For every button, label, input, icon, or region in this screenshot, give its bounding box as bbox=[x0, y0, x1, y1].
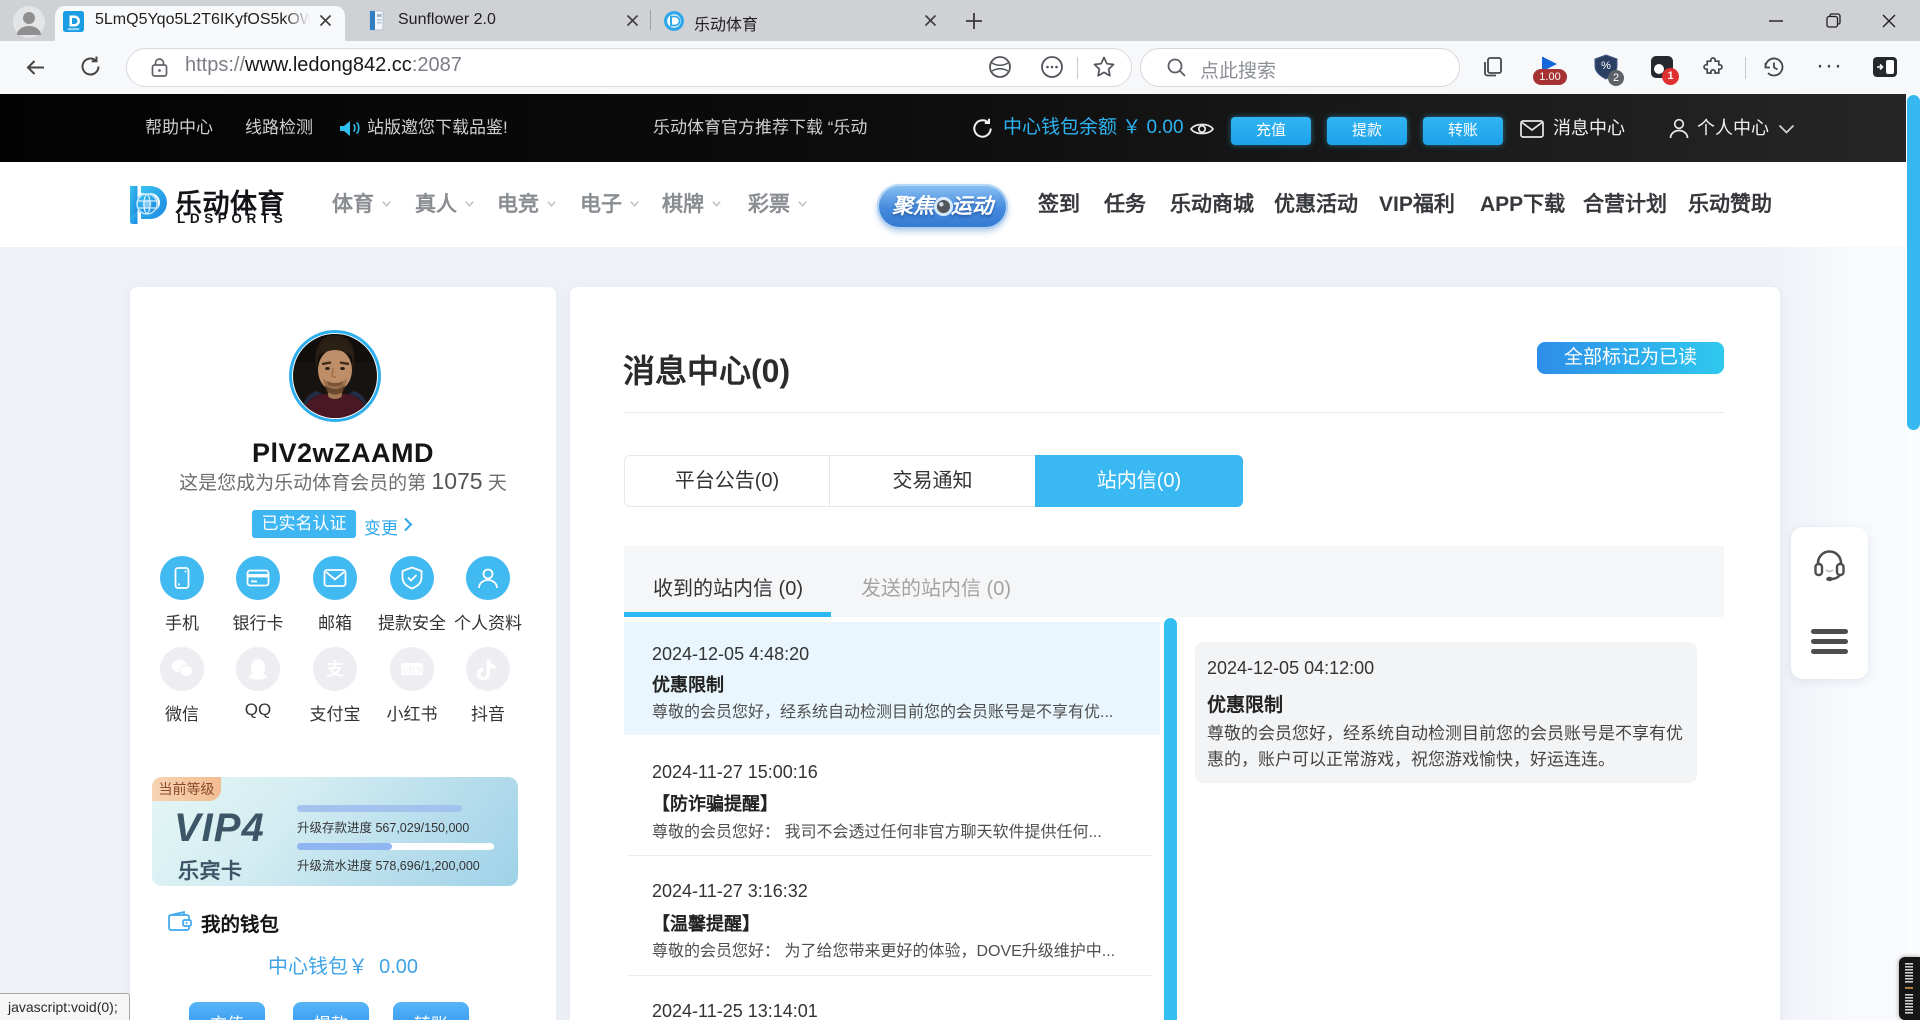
svg-text:小红书: 小红书 bbox=[402, 665, 423, 674]
svg-text:%: % bbox=[1601, 60, 1611, 72]
svg-text:支: 支 bbox=[327, 659, 345, 679]
